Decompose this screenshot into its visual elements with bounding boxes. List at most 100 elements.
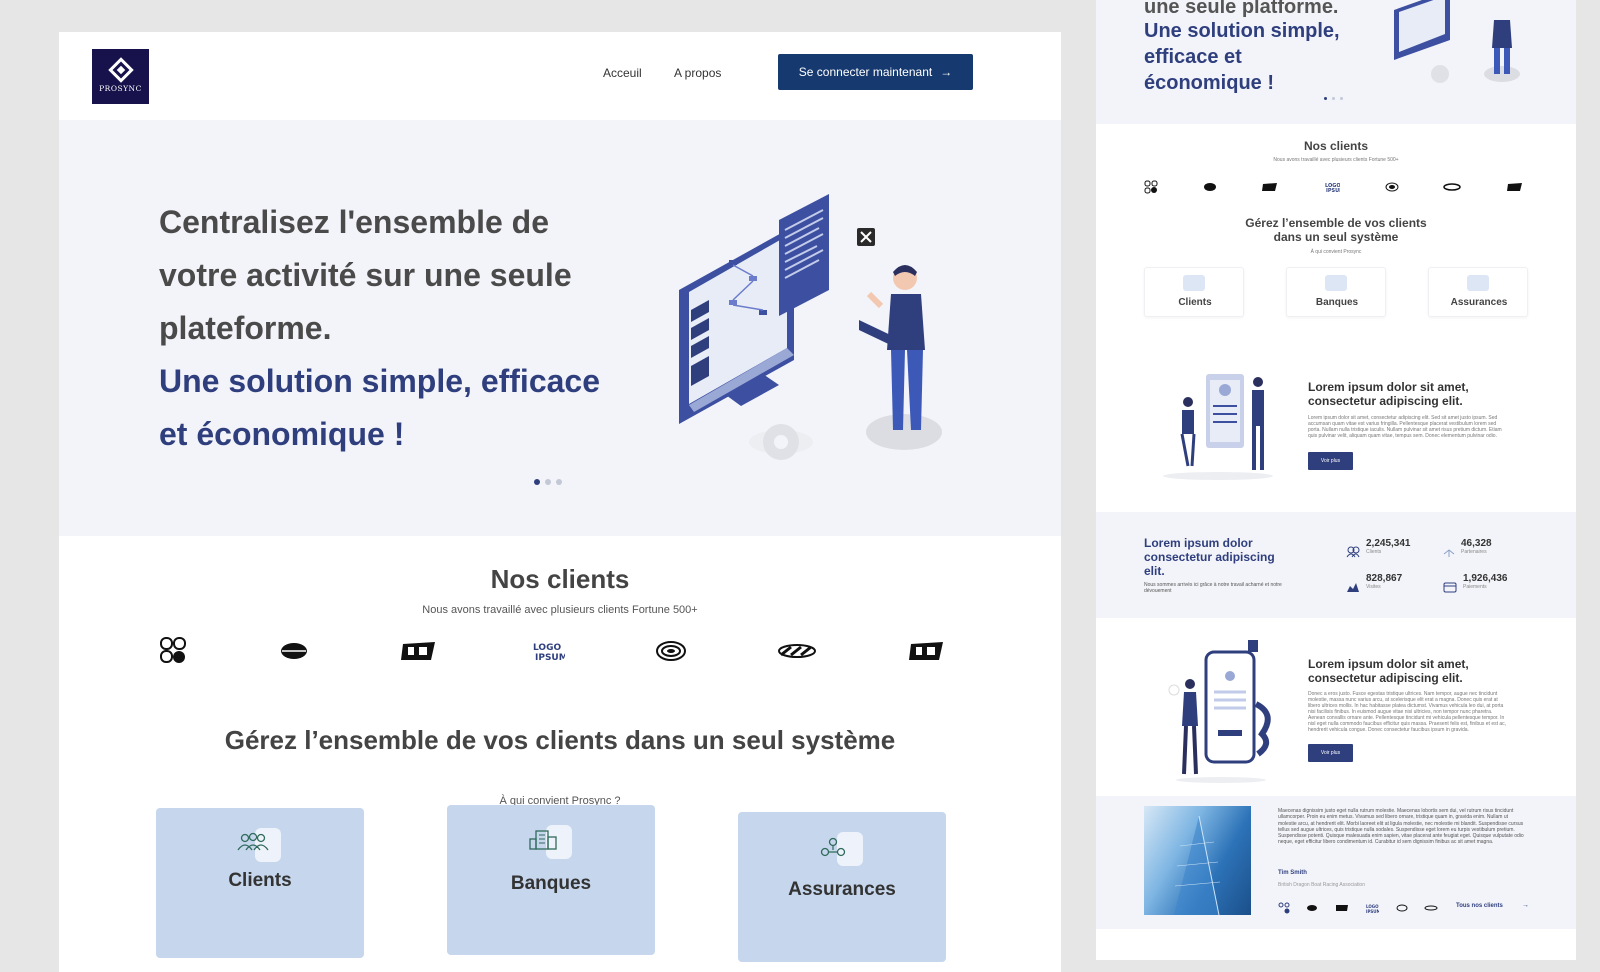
preview-stats-body: Nous sommes arrivés ici grâce à notre tr… <box>1144 582 1282 594</box>
segment-card-label: Banques <box>510 873 592 894</box>
hero-heading: Centralisez l'ensemble de votre activité… <box>159 204 572 346</box>
preview-feature1-button[interactable]: Voir plus <box>1308 452 1353 470</box>
preview-hero-top: une seule platforme. <box>1144 0 1339 18</box>
stat-label: Visites <box>1366 584 1381 590</box>
preview-feature2-button[interactable]: Voir plus <box>1308 744 1353 762</box>
arrow-right-icon[interactable]: → <box>1522 902 1529 909</box>
preview-logo-4-icon: LOGOIPSUM <box>1325 183 1340 193</box>
preview-logo-2-icon <box>1203 183 1216 191</box>
preview-carousel-dots <box>1324 97 1343 100</box>
client-logo-7-icon <box>909 642 943 660</box>
preview-developer-illustration <box>1394 0 1520 83</box>
preview-card-banks[interactable]: Banques <box>1286 267 1386 317</box>
svg-text:LOGO: LOGO <box>533 643 561 653</box>
preview-dot-3[interactable] <box>1340 97 1343 100</box>
insurance-icon <box>1467 275 1489 291</box>
preview-logo-1-icon <box>1144 180 1158 194</box>
visits-icon <box>1347 583 1359 592</box>
mobile-preview-panel: une seule platforme. Une solution simple… <box>1096 0 1576 960</box>
preview-logo-5-icon <box>1385 182 1399 192</box>
preview-client-logos: LOGOIPSUM <box>1144 180 1524 194</box>
testimonial-org: British Dragon Boat Racing Association <box>1278 882 1365 888</box>
testimonial-quote: Maecenas dignissim justo eget nulla rutr… <box>1278 808 1524 846</box>
segment-card-insurance[interactable]: Assurances <box>738 812 946 962</box>
client-logo-3-icon <box>401 642 435 660</box>
preview-card-label: Clients <box>1178 297 1212 308</box>
client-logo-2-icon <box>281 643 307 659</box>
bank-icon <box>526 825 572 859</box>
clients-title: Nos clients <box>490 564 630 594</box>
clients-subtitle: Nous avons travaillé avec plusieurs clie… <box>422 604 698 616</box>
preview-logo-7-icon <box>1506 183 1522 191</box>
svg-text:IPSUM: IPSUM <box>1326 188 1340 193</box>
nav-about-link[interactable]: A propos <box>674 66 721 80</box>
preview-card-clients[interactable]: Clients <box>1144 267 1244 317</box>
phone-signup-illustration <box>1168 640 1271 783</box>
preview-feature1-title: Lorem ipsum dolor sit amet, consectetur … <box>1308 380 1469 408</box>
preview-card-insurance[interactable]: Assurances <box>1428 267 1528 317</box>
building-photo <box>1144 806 1251 916</box>
nav-home-link[interactable]: Acceuil <box>603 66 642 80</box>
logo-4-icon: LOGOIPSUM <box>1366 904 1379 913</box>
client-logo-1-icon <box>160 637 186 663</box>
preview-dot-2[interactable] <box>1332 97 1335 100</box>
preview-card-label: Assurances <box>1450 297 1508 308</box>
manage-title: Gérez l’ensemble de vos clients dans un … <box>224 725 896 755</box>
logo-3-icon <box>1335 905 1348 911</box>
preview-dot-1[interactable] <box>1324 97 1327 100</box>
carousel-dot-1[interactable] <box>534 479 540 485</box>
all-clients-link[interactable]: Tous nos clients <box>1456 903 1503 909</box>
svg-text:IPSUM: IPSUM <box>1366 909 1379 913</box>
bank-icon <box>1325 275 1347 291</box>
preview-manage-title: Gérez l’ensemble de vos clients dans un … <box>1245 216 1427 244</box>
header: PROSYNC Acceuil A propos Se connecter ma… <box>59 32 1061 120</box>
login-now-label: Se connecter maintenant <box>798 65 933 79</box>
segment-card-clients[interactable]: Clients <box>156 808 364 958</box>
logo-6-icon <box>1424 905 1438 911</box>
developer-illustration <box>679 194 942 460</box>
insurance-icon <box>817 832 863 866</box>
people-icon <box>1183 275 1205 291</box>
segment-card-banks[interactable]: Banques <box>447 805 655 955</box>
hero-section: Centralisez l'ensemble de votre activité… <box>59 120 1061 536</box>
preview-feature2-body: Donec a eros justo. Fusce egestas tristi… <box>1308 691 1507 733</box>
people-icon <box>1346 546 1360 558</box>
preview-manage-subtitle: À qui convient Prosync <box>1310 249 1362 255</box>
arrow-right-icon: → <box>940 65 953 79</box>
preview-card-label: Banques <box>1315 297 1359 308</box>
people-icon <box>235 828 281 862</box>
stat-label: Paiements <box>1463 584 1487 590</box>
stat-value: 1,926,436 <box>1463 573 1508 584</box>
logo-2-icon <box>1307 905 1318 911</box>
hero-carousel-dots <box>534 479 562 485</box>
svg-text:IPSUM: IPSUM <box>535 653 565 663</box>
preview-hero-tagline: Une solution simple, efficace et économi… <box>1144 20 1340 94</box>
preview-hero: une seule platforme. Une solution simple… <box>1096 0 1576 124</box>
logo-mark-icon <box>107 56 134 83</box>
segment-card-label: Clients <box>228 870 292 891</box>
preview-stats-title: Lorem ipsum dolor consectetur adipiscing… <box>1144 536 1275 578</box>
stat-partners: 46,328 Partenaires <box>1443 538 1492 558</box>
hero-tagline: Une solution simple, efficace et économi… <box>159 363 600 452</box>
stat-value: 46,328 <box>1461 538 1492 549</box>
preview-feature2-title: Lorem ipsum dolor sit amet, consectetur … <box>1308 657 1469 685</box>
handshake-icon <box>1443 549 1455 557</box>
carousel-dot-2[interactable] <box>545 479 551 485</box>
segment-card-label: Assurances <box>788 879 896 900</box>
login-now-button[interactable]: Se connecter maintenant → <box>778 54 973 90</box>
stat-label: Clients <box>1366 549 1382 555</box>
stat-clients: 2,245,341 Clients <box>1346 538 1411 558</box>
stat-payments: 1,926,436 Paiements <box>1443 573 1508 593</box>
main-page: PROSYNC Acceuil A propos Se connecter ma… <box>59 32 1061 972</box>
preview-feature1-body: Lorem ipsum dolor sit amet, consectetur … <box>1308 415 1502 439</box>
client-logo-6-icon <box>778 644 816 658</box>
logo-1-icon <box>1278 902 1290 914</box>
profile-form-illustration <box>1163 374 1273 480</box>
preview-stats-section: Lorem ipsum dolor consectetur adipiscing… <box>1096 512 1576 618</box>
stat-label: Partenaires <box>1461 549 1487 555</box>
preview-testimonial-section: Maecenas dignissim justo eget nulla rutr… <box>1096 796 1576 929</box>
carousel-dot-3[interactable] <box>556 479 562 485</box>
brand-logo[interactable]: PROSYNC <box>92 49 149 104</box>
stat-value: 828,867 <box>1366 573 1403 584</box>
preview-logo-6-icon <box>1443 183 1462 191</box>
